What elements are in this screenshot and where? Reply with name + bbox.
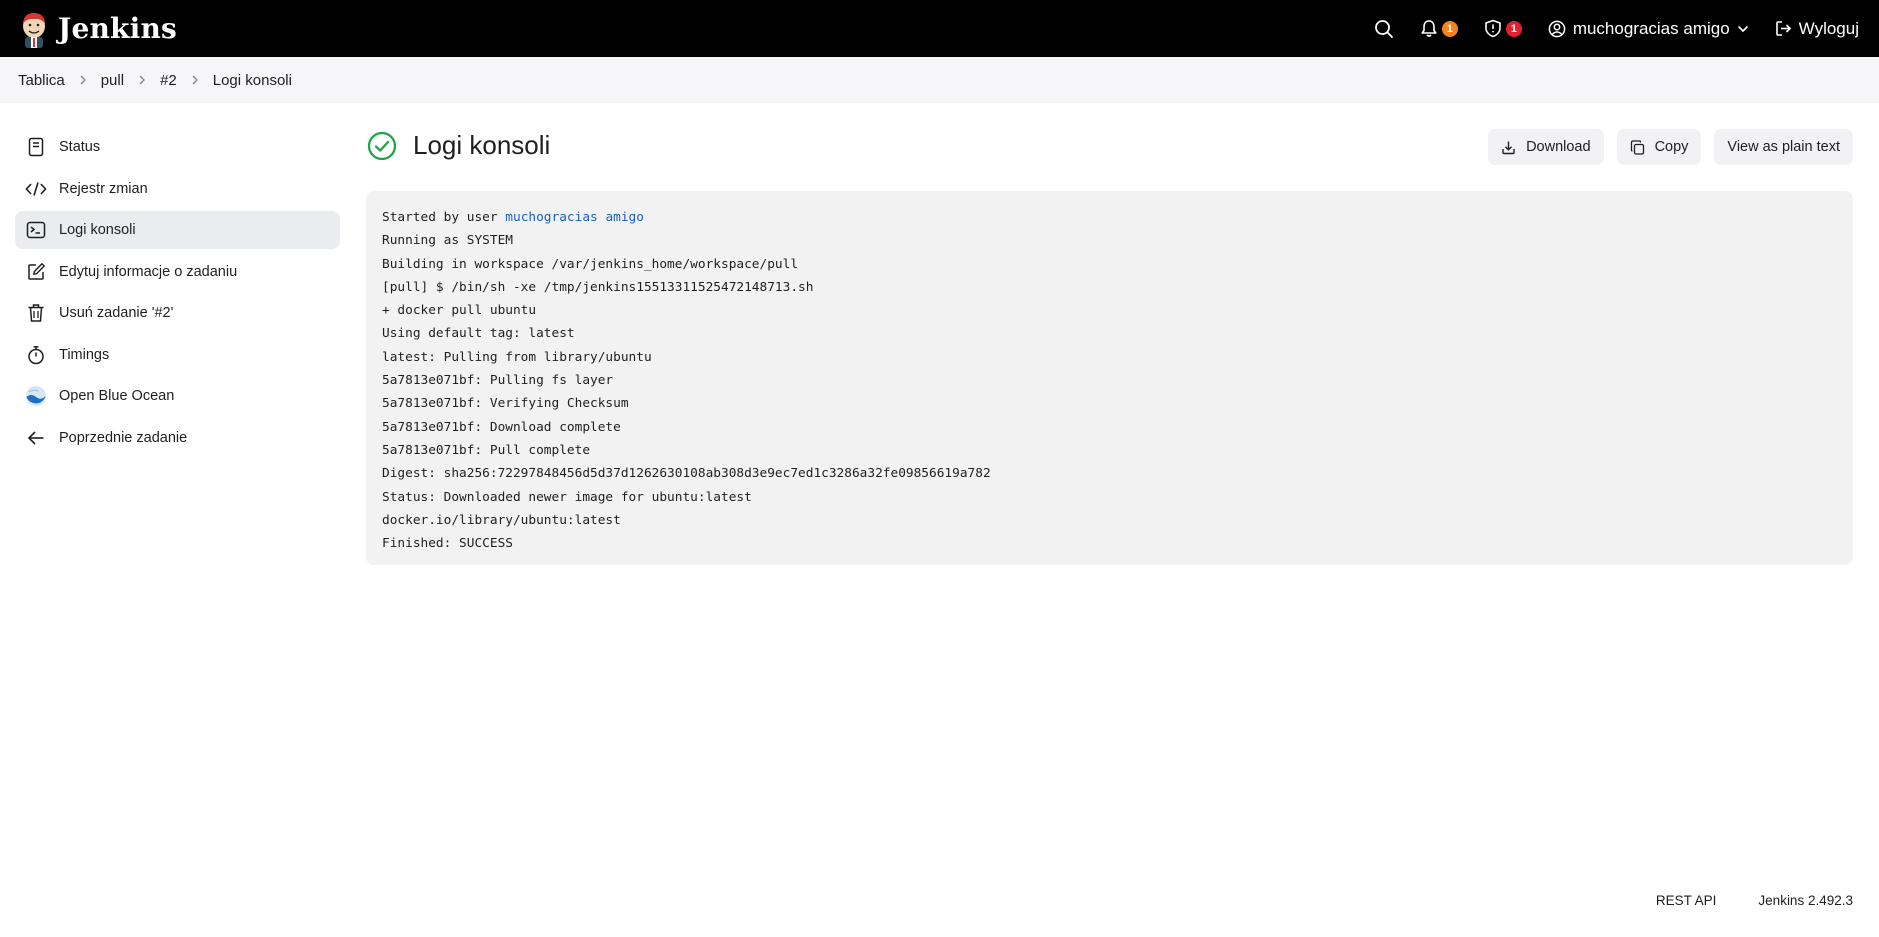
download-label: Download bbox=[1526, 139, 1591, 155]
console-line: Digest: sha256:72297848456d5d37d12626301… bbox=[382, 466, 991, 482]
logout-label: Wyloguj bbox=[1798, 18, 1859, 38]
console-output: Started by user muchogracias amigo Runni… bbox=[366, 191, 1853, 565]
copy-icon bbox=[1630, 139, 1644, 155]
sidebar-item-changes[interactable]: Rejestr zmian bbox=[15, 170, 340, 208]
console-line: 5a7813e071bf: Download complete bbox=[382, 419, 621, 435]
console-line: Finished: SUCCESS bbox=[382, 536, 513, 552]
sidebar-item-delete[interactable]: Usuń zadanie '#2' bbox=[15, 294, 340, 332]
breadcrumb-build[interactable]: #2 bbox=[160, 72, 177, 89]
chevron-right-icon bbox=[138, 74, 146, 86]
bell-icon bbox=[1421, 20, 1437, 37]
user-icon bbox=[1548, 20, 1566, 37]
breadcrumb-current: Logi konsoli bbox=[212, 71, 292, 89]
chevron-down-icon bbox=[1737, 25, 1748, 32]
edit-icon bbox=[25, 261, 47, 283]
sidebar-item-label: Usuń zadanie '#2' bbox=[59, 305, 174, 321]
breadcrumb: Tablica pull #2 Logi konsoli bbox=[0, 57, 1879, 103]
brand-link[interactable]: Jenkins bbox=[18, 9, 177, 49]
code-icon bbox=[25, 178, 47, 200]
copy-label: Copy bbox=[1654, 139, 1689, 155]
rest-api-link[interactable]: REST API bbox=[1656, 893, 1717, 908]
chevron-right-icon bbox=[79, 74, 87, 86]
sidebar-item-label: Edytuj informacje o zadaniu bbox=[59, 263, 238, 280]
download-button[interactable]: Download bbox=[1488, 129, 1604, 165]
breadcrumb-job[interactable]: pull bbox=[101, 72, 124, 89]
notifications-badge: 1 bbox=[1441, 20, 1458, 37]
user-name: muchogracias amigo bbox=[1572, 18, 1730, 38]
console-line: 5a7813e071bf: Pull complete bbox=[382, 442, 591, 458]
search-icon[interactable] bbox=[1374, 19, 1394, 39]
console-line: latest: Pulling from library/ubuntu bbox=[382, 349, 652, 365]
security-badge: 1 bbox=[1505, 20, 1522, 37]
console-line: Status: Downloaded newer image for ubunt… bbox=[382, 489, 752, 505]
view-plain-text-button[interactable]: View as plain text bbox=[1714, 129, 1853, 165]
sidebar-item-status[interactable]: Status bbox=[15, 128, 340, 166]
console-actions: Download Copy View as plain text bbox=[1488, 129, 1853, 165]
page-header: Logi konsoli bbox=[367, 130, 550, 161]
jenkins-version-link[interactable]: Jenkins 2.492.3 bbox=[1758, 893, 1853, 908]
console-line: docker.io/library/ubuntu:latest bbox=[382, 512, 621, 528]
console-line: + docker pull ubuntu bbox=[382, 303, 537, 319]
arrow-left-icon bbox=[25, 427, 47, 449]
console-line: 5a7813e071bf: Verifying Checksum bbox=[382, 396, 629, 412]
security-button[interactable]: 1 bbox=[1484, 19, 1522, 38]
sidebar-item-previous-build[interactable]: Poprzednie zadanie bbox=[15, 419, 340, 457]
user-menu[interactable]: muchogracias amigo bbox=[1548, 19, 1749, 39]
logout-icon bbox=[1775, 21, 1791, 36]
console-line: 5a7813e071bf: Pulling fs layer bbox=[382, 373, 614, 389]
jenkins-logo-icon bbox=[23, 12, 45, 48]
view-plain-text-label: View as plain text bbox=[1727, 139, 1840, 155]
console-line: Started by user muchogracias amigo bbox=[382, 206, 1837, 229]
chevron-right-icon bbox=[191, 74, 199, 86]
sidebar: Status Rejestr zmian Logi konsoli Edytuj… bbox=[15, 128, 340, 460]
top-header: Jenkins 1 1 muchogracias amigo Wyloguj bbox=[0, 0, 1879, 57]
breadcrumb-dashboard[interactable]: Tablica bbox=[18, 72, 65, 89]
sidebar-item-label: Timings bbox=[59, 346, 110, 363]
download-icon bbox=[1502, 141, 1515, 154]
sidebar-item-label: Open Blue Ocean bbox=[59, 388, 175, 404]
console-line: Building in workspace /var/jenkins_home/… bbox=[382, 256, 799, 272]
page-title: Logi konsoli bbox=[413, 130, 551, 160]
console-started-prefix: Started by user bbox=[382, 210, 506, 225]
footer: REST API Jenkins 2.492.3 bbox=[1656, 893, 1853, 908]
sidebar-item-timings[interactable]: Timings bbox=[15, 336, 340, 374]
shield-icon bbox=[1485, 19, 1501, 38]
console-line: Using default tag: latest bbox=[382, 326, 575, 342]
notifications-button[interactable]: 1 bbox=[1420, 19, 1458, 38]
success-check-icon bbox=[367, 131, 397, 160]
document-icon bbox=[25, 136, 47, 158]
copy-button[interactable]: Copy bbox=[1616, 129, 1702, 165]
logout-button[interactable]: Wyloguj bbox=[1775, 19, 1859, 39]
console-line: [pull] $ /bin/sh -xe /tmp/jenkins1551331… bbox=[382, 279, 814, 295]
terminal-icon bbox=[25, 219, 47, 241]
sidebar-item-label: Rejestr zmian bbox=[59, 180, 148, 197]
sidebar-item-edit[interactable]: Edytuj informacje o zadaniu bbox=[15, 253, 340, 291]
console-user-link[interactable]: muchogracias amigo bbox=[505, 210, 644, 225]
brand-name: Jenkins bbox=[58, 12, 177, 45]
trash-icon bbox=[25, 302, 47, 324]
stopwatch-icon bbox=[25, 344, 47, 366]
sidebar-item-blue-ocean[interactable]: Open Blue Ocean bbox=[15, 377, 340, 415]
sidebar-item-console[interactable]: Logi konsoli bbox=[15, 211, 340, 249]
console-line: Running as SYSTEM bbox=[382, 233, 513, 249]
sidebar-item-label: Logi konsoli bbox=[59, 222, 136, 238]
sidebar-item-label: Poprzednie zadanie bbox=[59, 429, 188, 446]
sidebar-item-label: Status bbox=[59, 139, 101, 155]
blue-ocean-icon bbox=[25, 385, 47, 407]
